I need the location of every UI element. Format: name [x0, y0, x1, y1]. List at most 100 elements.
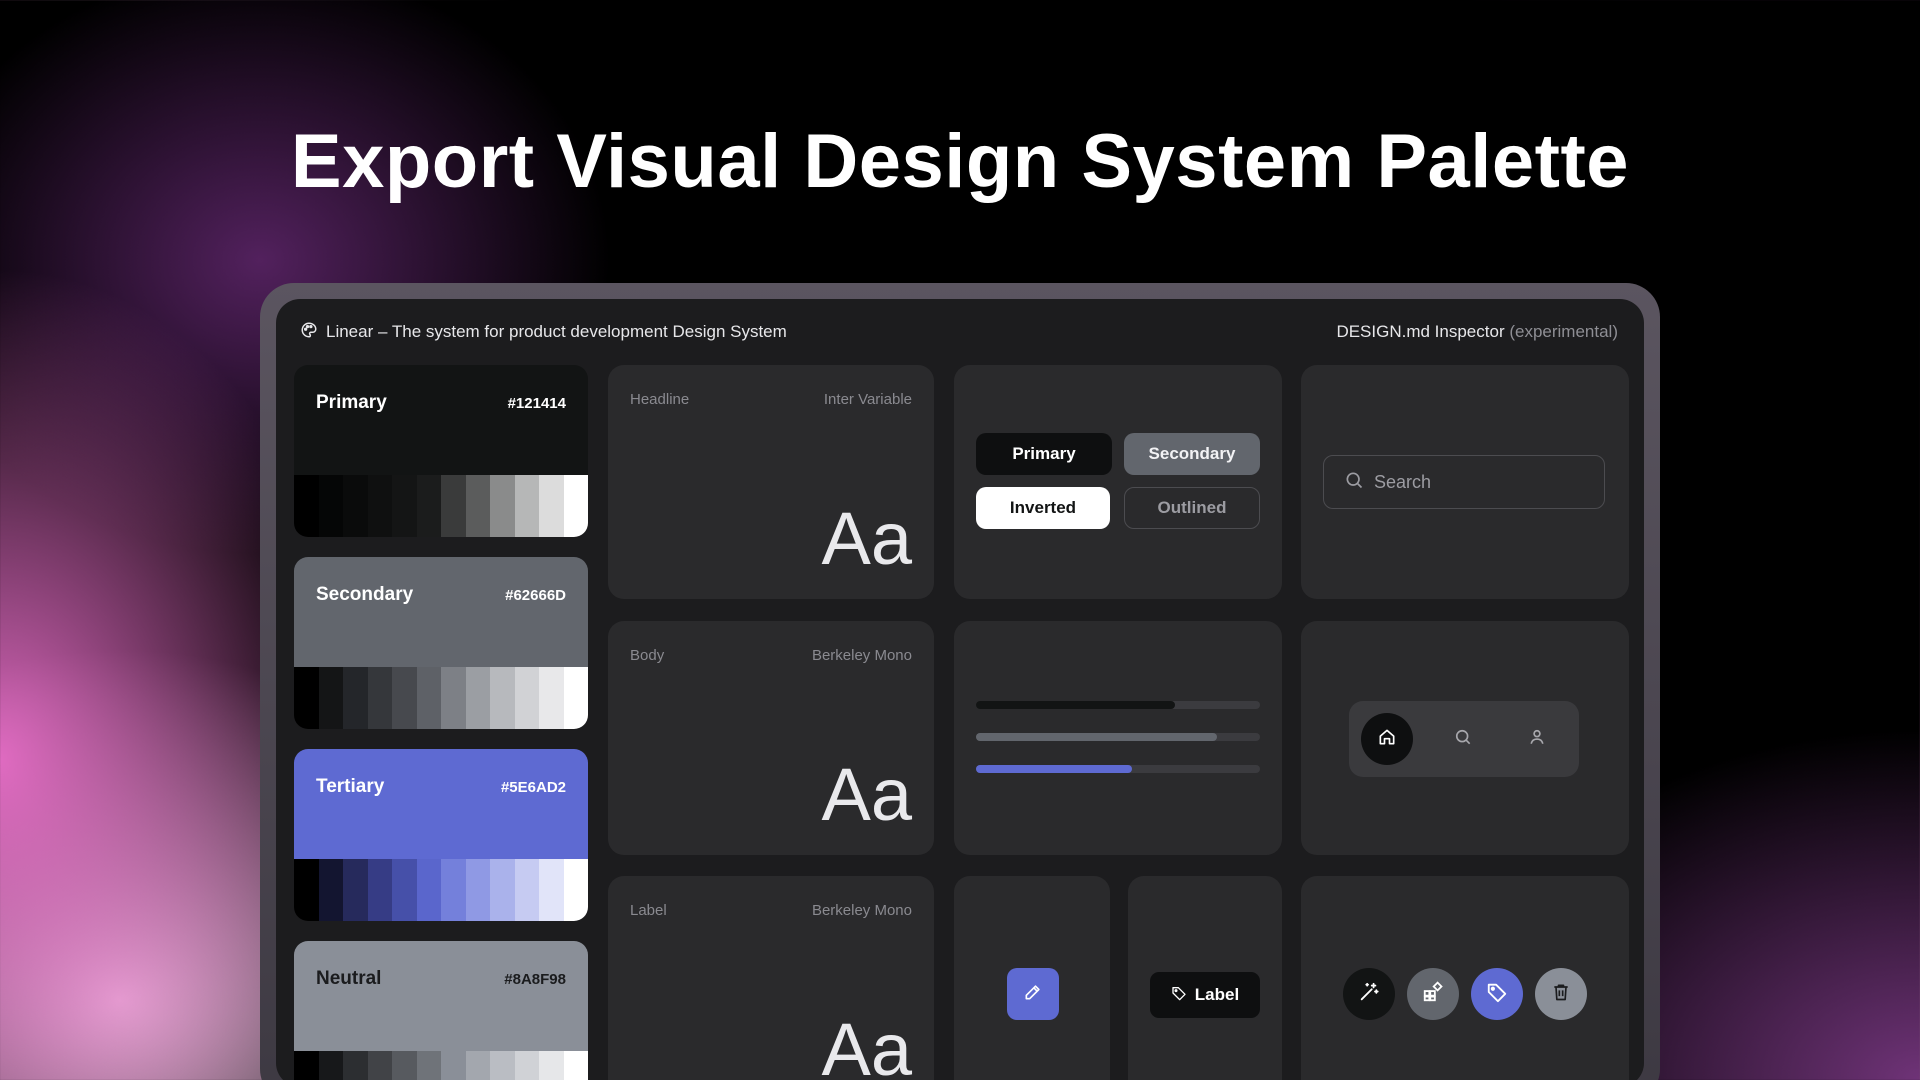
ramp-step [563, 667, 588, 729]
inspector-frame: Linear – The system for product developm… [260, 283, 1660, 1080]
swatch-neutral[interactable]: Neutral #8A8F98 [294, 941, 588, 1080]
swatch-hex: #5E6AD2 [500, 779, 566, 796]
home-icon [1377, 727, 1397, 752]
user-icon [1527, 727, 1547, 752]
type-card-body: Body Berkeley Mono Aa [608, 621, 934, 855]
swatch-tertiary[interactable]: Tertiary #5E6AD2 [294, 749, 588, 921]
inspector-window: Linear – The system for product developm… [276, 299, 1644, 1080]
window-topbar: Linear – The system for product developm… [276, 299, 1644, 365]
pencil-icon [1023, 982, 1043, 1007]
progress-bar [976, 701, 1260, 709]
primary-button[interactable]: Primary [976, 433, 1112, 475]
swatch-hex: #121414 [507, 395, 566, 412]
swatch-secondary[interactable]: Secondary #62666D [294, 557, 588, 729]
swatch-ramp [294, 1051, 588, 1080]
ramp-step [367, 475, 392, 537]
grid-add-icon [1422, 980, 1444, 1008]
ramp-step [392, 1051, 417, 1080]
ramp-step [392, 667, 417, 729]
ramp-step [392, 859, 417, 921]
progress-card [954, 621, 1282, 855]
ramp-step [490, 859, 515, 921]
palette-icon [300, 321, 318, 344]
type-card-label: Label Berkeley Mono Aa [608, 876, 934, 1080]
ramp-step [318, 859, 343, 921]
ramp-step [465, 667, 490, 729]
swatch-hex: #8A8F98 [504, 971, 566, 988]
inspector-label: DESIGN.md Inspector (experimental) [1336, 322, 1618, 342]
ramp-step [343, 475, 368, 537]
ramp-step [490, 475, 515, 537]
swatch-primary[interactable]: Primary #121414 [294, 365, 588, 537]
label-chip[interactable]: Label [1150, 972, 1260, 1018]
buttons-card: Primary Secondary Inverted Outlined [954, 365, 1282, 599]
ramp-step [343, 1051, 368, 1080]
ramp-step [465, 859, 490, 921]
inspector-name: DESIGN.md Inspector [1336, 322, 1505, 341]
ramp-step [514, 1051, 539, 1080]
ramp-step [539, 859, 564, 921]
type-font: Inter Variable [823, 391, 912, 408]
trash-icon [1551, 982, 1571, 1007]
ramp-step [416, 1051, 441, 1080]
progress-fill [976, 733, 1218, 741]
ramp-step [465, 475, 490, 537]
swatch-hex: #62666D [505, 587, 566, 604]
ramp-step [441, 667, 466, 729]
nav-home-button[interactable] [1361, 713, 1413, 765]
icon-button-card [954, 876, 1110, 1080]
progress-bar [976, 733, 1260, 741]
type-sample: Aa [821, 753, 912, 836]
progress-bar [976, 765, 1260, 773]
progress-fill [976, 701, 1175, 709]
type-sample: Aa [821, 1008, 912, 1080]
ramp-step [539, 667, 564, 729]
magic-wand-button[interactable] [1343, 968, 1395, 1020]
inverted-button[interactable]: Inverted [976, 487, 1110, 529]
type-sample: Aa [821, 497, 912, 580]
swatch-ramp [294, 859, 588, 921]
type-role: Label [630, 902, 667, 919]
grid-add-button[interactable] [1407, 968, 1459, 1020]
delete-button[interactable] [1535, 968, 1587, 1020]
magic-wand-icon [1358, 981, 1380, 1008]
search-icon [1344, 470, 1364, 495]
action-buttons-card [1301, 876, 1629, 1080]
nav-user-button[interactable] [1511, 713, 1563, 765]
swatch-ramp [294, 475, 588, 537]
swatch-name: Neutral [316, 968, 382, 989]
type-font: Berkeley Mono [811, 902, 912, 919]
ramp-step [490, 667, 515, 729]
ramp-step [416, 667, 441, 729]
ramp-step [318, 475, 343, 537]
search-icon [1453, 727, 1473, 752]
ramp-step [367, 1051, 392, 1080]
ramp-step [514, 475, 539, 537]
chip-label: Label [1194, 985, 1240, 1004]
search-card: Search [1301, 365, 1629, 599]
ramp-step [367, 667, 392, 729]
ramp-step [563, 1051, 588, 1080]
nav-search-button[interactable] [1437, 713, 1489, 765]
swatch-ramp [294, 667, 588, 729]
secondary-button[interactable]: Secondary [1124, 433, 1260, 475]
search-input[interactable]: Search [1323, 455, 1605, 509]
ramp-step [539, 475, 564, 537]
tag-icon [1171, 985, 1187, 1006]
tag-icon [1486, 981, 1508, 1008]
ramp-step [294, 859, 319, 921]
ramp-step [318, 1051, 343, 1080]
edit-button[interactable] [1007, 968, 1059, 1020]
ramp-step [343, 667, 368, 729]
ramp-step [563, 475, 588, 537]
type-card-headline: Headline Inter Variable Aa [608, 365, 934, 599]
ramp-step [294, 475, 319, 537]
ramp-step [392, 475, 417, 537]
tag-button[interactable] [1471, 968, 1523, 1020]
outlined-button[interactable]: Outlined [1124, 487, 1260, 529]
nav-bar [1349, 701, 1579, 777]
ramp-step [343, 859, 368, 921]
type-font: Berkeley Mono [811, 647, 912, 664]
ramp-step [490, 1051, 515, 1080]
progress-fill [976, 765, 1133, 773]
